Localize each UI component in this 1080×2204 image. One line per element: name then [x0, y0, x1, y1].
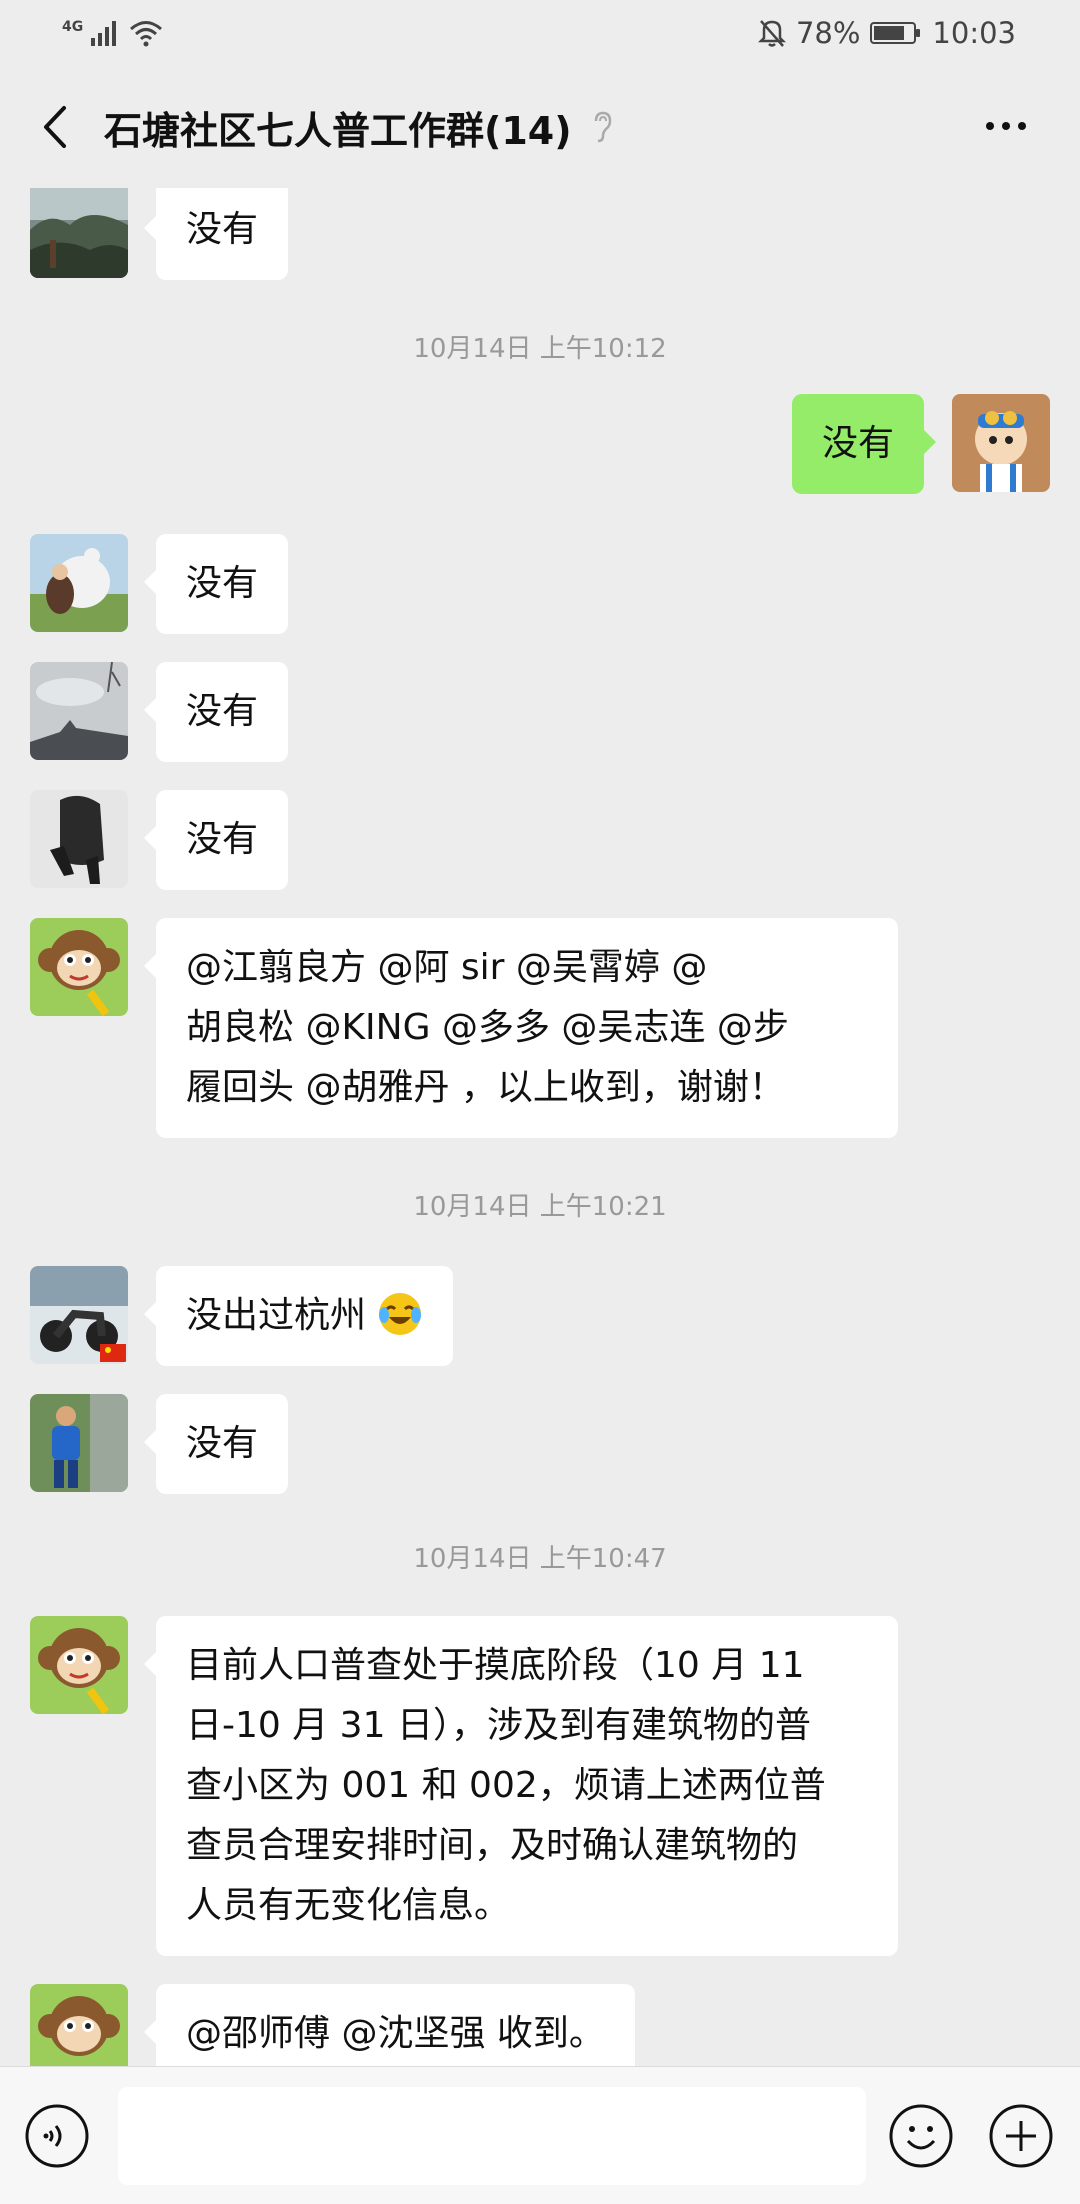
message-text-line: 目前人口普查处于摸底阶段（10 月 11 — [186, 1645, 805, 1686]
crying-laughing-emoji-icon — [379, 1293, 422, 1335]
avatar[interactable] — [30, 1394, 128, 1492]
battery-icon — [870, 22, 921, 44]
voice-icon — [25, 2104, 89, 2168]
message-text: 没出过杭州 — [186, 1295, 367, 1336]
cartoon-boy-avatar-icon — [952, 394, 1050, 492]
message-bubble[interactable]: @邵师傅 @沈坚强 收到。 — [144, 1984, 635, 2066]
message-text: @江翦良方 @阿 sir @吴霄婷 @ — [186, 947, 708, 988]
message-text: 没有 — [186, 691, 259, 732]
message-bubble[interactable]: @江翦良方 @阿 sir @吴霄婷 @ 胡良松 @KING @多多 @吴志连 @… — [144, 918, 898, 1138]
person-avatar-icon — [30, 790, 128, 888]
more-options-button[interactable] — [978, 106, 1034, 146]
message-text-line: 胡良松 @KING @多多 @吴志连 @步 — [186, 1007, 789, 1048]
battery-percent: 78% — [795, 16, 861, 50]
network-type: 4G — [62, 19, 84, 35]
avatar[interactable] — [30, 188, 128, 278]
emoji-button[interactable] — [888, 2103, 954, 2169]
status-right: 78% 10:03 — [757, 16, 1016, 50]
message-text-line: 查小区为 001 和 002，烦请上述两位普 — [186, 1765, 826, 1806]
avatar[interactable] — [30, 662, 128, 760]
message-bubble[interactable]: 没有 — [143, 188, 289, 280]
message-bubble[interactable]: 没有 — [143, 790, 289, 890]
message-text-line: 日-10 月 31 日），涉及到有建筑物的普 — [186, 1705, 811, 1746]
message-bubble[interactable]: 没有 — [143, 662, 289, 762]
message-text-line: 履回头 @胡雅丹 ，以上收到，谢谢！ — [186, 1067, 785, 1108]
smiley-icon — [889, 2104, 953, 2168]
landscape-avatar-icon — [30, 188, 128, 278]
message-input[interactable] — [118, 2087, 866, 2185]
bear-avatar-icon — [30, 534, 128, 632]
back-button[interactable] — [28, 100, 82, 154]
chevron-left-icon — [44, 106, 66, 148]
monkey-avatar-icon — [30, 918, 128, 1016]
voice-button[interactable] — [24, 2103, 90, 2169]
message-bubble[interactable]: 没出过杭州 — [143, 1266, 454, 1366]
message-bubble[interactable]: 没有 — [791, 394, 937, 494]
sky-avatar-icon — [30, 662, 128, 760]
avatar[interactable] — [30, 790, 128, 888]
add-attachment-button[interactable] — [988, 2103, 1054, 2169]
message-text-line: 查员合理安排时间，及时确认建筑物的 — [186, 1825, 799, 1866]
message-text: @邵师傅 @沈坚强 收到。 — [186, 2013, 605, 2054]
child-avatar-icon — [30, 1394, 128, 1492]
page-title: 石塘社区七人普工作群(14) — [104, 108, 572, 153]
avatar[interactable] — [30, 1984, 128, 2066]
avatar[interactable] — [30, 1266, 128, 1364]
mute-bell-icon — [757, 20, 786, 47]
status-left: 4G — [62, 19, 163, 47]
monkey-avatar-icon — [30, 1984, 128, 2066]
avatar[interactable] — [30, 1616, 128, 1714]
monkey-avatar-icon — [30, 1616, 128, 1714]
avatar[interactable] — [30, 918, 128, 1016]
wifi-icon — [130, 21, 163, 47]
message-bubble[interactable]: 没有 — [143, 1394, 289, 1494]
clock: 10:03 — [932, 16, 1016, 50]
message-bubble[interactable]: 目前人口普查处于摸底阶段（10 月 11 日-10 月 31 日），涉及到有建筑… — [144, 1616, 898, 1956]
timestamp: 10月14日 上午10:21 — [413, 1192, 667, 1222]
status-bar: 4G 78% 10:03 — [0, 0, 1080, 66]
message-text-line: 人员有无变化信息。 — [186, 1885, 511, 1926]
avatar[interactable] — [30, 534, 128, 632]
motorcycle-avatar-icon — [30, 1266, 128, 1364]
ear-icon — [594, 111, 611, 143]
input-bar — [0, 2066, 1080, 2204]
message-text: 没有 — [186, 819, 259, 860]
message-text: 没有 — [186, 209, 259, 250]
more-icon — [986, 122, 1026, 130]
timestamp: 10月14日 上午10:12 — [413, 334, 667, 364]
message-bubble[interactable]: 没有 — [143, 534, 289, 634]
timestamp: 10月14日 上午10:47 — [413, 1544, 667, 1574]
avatar[interactable] — [952, 394, 1050, 492]
plus-icon — [989, 2104, 1053, 2168]
message-text-line: @江翦良方 @阿 sir @吴霄婷 @ — [186, 938, 868, 998]
message-text: 没有 — [186, 1423, 259, 1464]
message-text: 没有 — [821, 423, 894, 464]
chat-header: 石塘社区七人普工作群(14) — [0, 66, 1080, 188]
message-text: 没有 — [186, 563, 259, 604]
message-list[interactable]: 没有 10月14日 上午10:12 没有 没有 没有 没有 @江翦良方 @阿 s… — [0, 188, 1080, 2066]
signal-icon — [91, 21, 117, 46]
